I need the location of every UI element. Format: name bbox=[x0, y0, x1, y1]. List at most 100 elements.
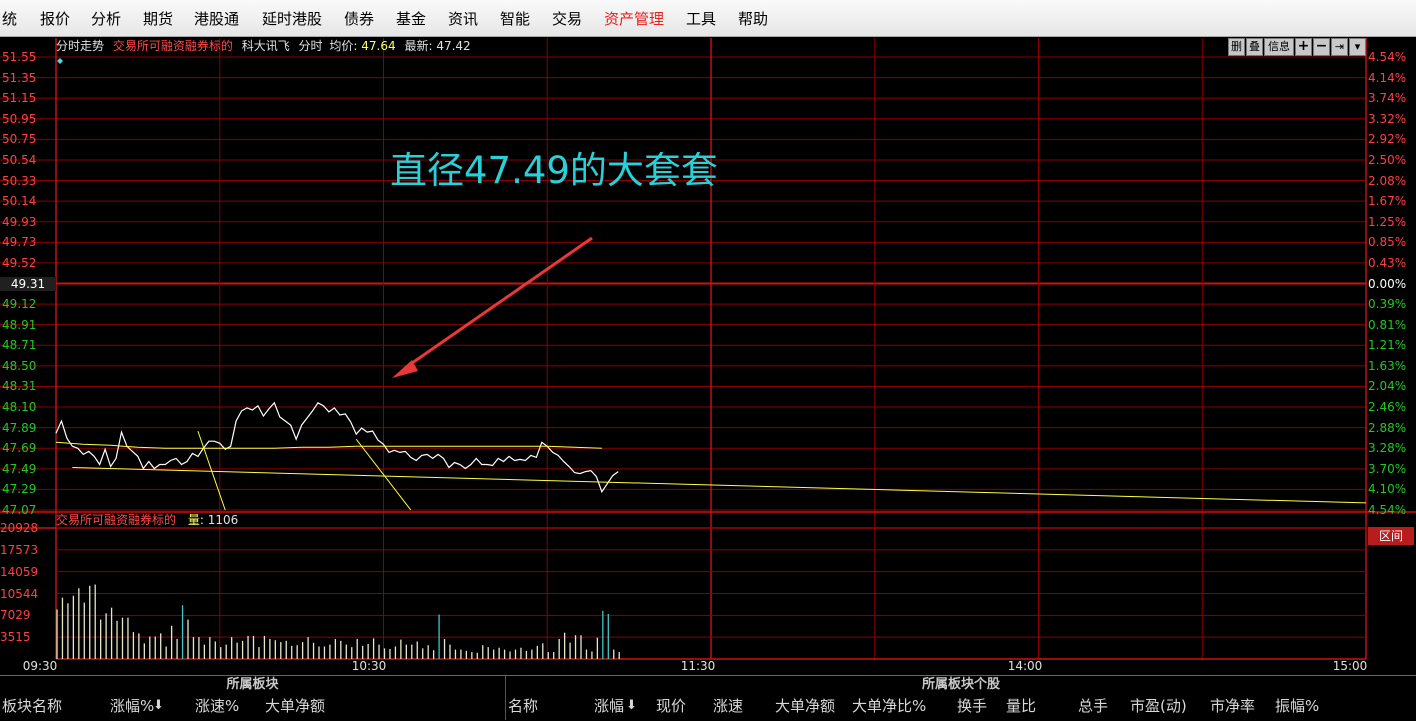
price-tick-label: 50.33 bbox=[2, 173, 37, 188]
price-tick-label: 50.95 bbox=[2, 111, 37, 126]
price-tick-label: 47.89 bbox=[2, 420, 37, 435]
col-stock-price[interactable]: 现价 bbox=[656, 696, 686, 716]
price-tick-label: 47.29 bbox=[2, 482, 37, 497]
price-tick-label: 51.35 bbox=[2, 70, 37, 85]
time-label-1500: 15:00 bbox=[1332, 659, 1368, 673]
market-label: 交易所可融资融券标的 bbox=[112, 39, 233, 53]
volume-tick-label: 20928 bbox=[0, 521, 39, 535]
delete-button[interactable]: 删 bbox=[1228, 38, 1245, 56]
price-tick-label: 50.75 bbox=[2, 132, 37, 147]
volume-tick-label: 3515 bbox=[0, 630, 31, 645]
col-stock-big-ratio[interactable]: 大单净比% bbox=[852, 696, 926, 716]
price-tick-label: 48.50 bbox=[2, 358, 37, 373]
price-tick-label: 49.31 bbox=[0, 276, 56, 291]
avg-price-value: 47.64 bbox=[361, 39, 396, 53]
dropdown-button[interactable]: ▾ bbox=[1349, 38, 1366, 56]
sector-stocks-panel-title: 所属板块个股 bbox=[921, 677, 1000, 692]
col-stock-big-order[interactable]: 大单净额 bbox=[775, 696, 835, 716]
move-right-button[interactable]: ⇥ bbox=[1331, 38, 1348, 56]
zoom-out-button[interactable]: − bbox=[1313, 38, 1330, 56]
price-tick-label: 48.71 bbox=[2, 338, 37, 353]
col-stock-amplitude[interactable]: 振幅% bbox=[1275, 696, 1319, 716]
volume-market-label: 交易所可融资融券标的 bbox=[56, 513, 177, 527]
average-price-line bbox=[55, 441, 602, 449]
percent-tick-label: 4.14% bbox=[1368, 70, 1407, 85]
col-stock-name[interactable]: 名称 bbox=[508, 696, 538, 716]
volume-tick-label: 17573 bbox=[0, 542, 39, 557]
period-label: 分时 bbox=[298, 39, 323, 53]
price-tick-label: 47.07 bbox=[2, 503, 37, 517]
volume-tick-label: 10544 bbox=[0, 586, 39, 601]
price-tick-label: 49.52 bbox=[2, 255, 37, 270]
percent-tick-label: 4.54% bbox=[1368, 50, 1407, 64]
price-tick-label: 51.15 bbox=[2, 91, 37, 106]
volume-tick-label: 14059 bbox=[0, 564, 39, 579]
percent-tick-label: 1.63% bbox=[1368, 358, 1407, 373]
col-stock-pe[interactable]: 市盈(动) bbox=[1130, 696, 1187, 716]
col-stock-pb[interactable]: 市净率 bbox=[1210, 696, 1255, 716]
col-sector-speed[interactable]: 涨速% bbox=[195, 696, 239, 716]
col-sector-name[interactable]: 板块名称 bbox=[2, 696, 62, 716]
last-price-label: 最新: bbox=[404, 39, 433, 53]
overlay-button[interactable]: 叠 bbox=[1246, 38, 1263, 56]
col-sector-change[interactable]: 涨幅% bbox=[110, 696, 154, 716]
price-tick-label: 48.91 bbox=[2, 317, 37, 332]
percent-tick-label: 3.70% bbox=[1368, 461, 1407, 476]
price-tick-label: 49.73 bbox=[2, 235, 37, 250]
percent-tick-label: 0.85% bbox=[1368, 235, 1407, 250]
chart-header: 分时走势 交易所可融资融券标的 科大讯飞 分时 均价: 47.64 最新: 47… bbox=[56, 38, 476, 54]
percent-tick-label: 2.88% bbox=[1368, 420, 1407, 435]
volume-header: 交易所可融资融券标的 量: 1106 bbox=[56, 513, 238, 527]
percent-tick-label: 0.43% bbox=[1368, 255, 1407, 270]
col-stock-total-volume[interactable]: 总手 bbox=[1078, 696, 1108, 716]
annotation-arrow-shaft bbox=[404, 236, 593, 370]
percent-tick-label: 3.32% bbox=[1368, 111, 1407, 126]
col-sector-big-order[interactable]: 大单净额 bbox=[265, 696, 325, 716]
sort-down-icon-2: ⬇ bbox=[626, 698, 637, 713]
info-button[interactable]: 信息 bbox=[1264, 38, 1294, 56]
percent-tick-label: 2.50% bbox=[1368, 152, 1407, 167]
col-stock-volume-ratio[interactable]: 量比 bbox=[1006, 696, 1036, 716]
col-stock-turnover[interactable]: 换手 bbox=[957, 696, 987, 716]
percent-tick-label: 1.25% bbox=[1368, 214, 1407, 229]
price-tick-label: 50.14 bbox=[2, 194, 37, 209]
percent-tick-label: 2.46% bbox=[1368, 400, 1407, 415]
price-tick-label: 49.12 bbox=[2, 297, 37, 312]
price-tick-label: 50.54 bbox=[2, 152, 37, 167]
percent-tick-label: 0.39% bbox=[1368, 297, 1407, 312]
price-tick-label: 48.10 bbox=[2, 400, 37, 415]
chart-mode: 分时走势 bbox=[56, 39, 105, 53]
sector-panel-title: 所属板块 bbox=[226, 677, 279, 692]
time-label-1030: 10:30 bbox=[351, 659, 387, 673]
col-stock-change[interactable]: 涨幅 bbox=[594, 696, 624, 716]
percent-tick-label: 2.08% bbox=[1368, 173, 1407, 188]
zoom-in-button[interactable]: + bbox=[1295, 38, 1312, 56]
time-label-1400: 14:00 bbox=[1007, 659, 1043, 673]
trendline-2 bbox=[72, 467, 1367, 504]
chart-annotation: 直径47.49的大套套 bbox=[390, 149, 718, 192]
trendline-0 bbox=[197, 430, 226, 511]
percent-tick-label: 2.04% bbox=[1368, 379, 1407, 394]
percent-tick-label: 3.28% bbox=[1368, 441, 1407, 456]
percent-tick-label: 3.74% bbox=[1368, 91, 1407, 106]
stock-name: 科大讯飞 bbox=[241, 39, 290, 53]
price-tick-label: 48.31 bbox=[2, 379, 37, 394]
col-stock-speed[interactable]: 涨速 bbox=[713, 696, 743, 716]
intraday-chart[interactable] bbox=[0, 0, 1416, 720]
percent-tick-label: 1.21% bbox=[1368, 338, 1407, 353]
price-tick-label: 49.93 bbox=[2, 214, 37, 229]
percent-tick-label: 0.81% bbox=[1368, 317, 1407, 332]
marker-diamond-icon bbox=[57, 58, 63, 64]
percent-tick-label: 0.00% bbox=[1368, 276, 1407, 291]
percent-tick-label: 1.67% bbox=[1368, 194, 1407, 209]
percent-tick-label: 4.54% bbox=[1368, 503, 1407, 517]
range-button[interactable]: 区间 bbox=[1368, 527, 1414, 545]
percent-tick-label: 4.10% bbox=[1368, 482, 1407, 497]
time-label-0930: 09:30 bbox=[22, 659, 58, 673]
sort-down-icon: ⬇ bbox=[153, 698, 164, 713]
price-tick-label: 51.55 bbox=[2, 50, 37, 64]
volume-tick-label: 7029 bbox=[0, 608, 31, 623]
price-tick-label: 47.69 bbox=[2, 441, 37, 456]
last-price-value: 47.42 bbox=[436, 39, 471, 53]
avg-price-label: 均价: bbox=[329, 39, 358, 53]
